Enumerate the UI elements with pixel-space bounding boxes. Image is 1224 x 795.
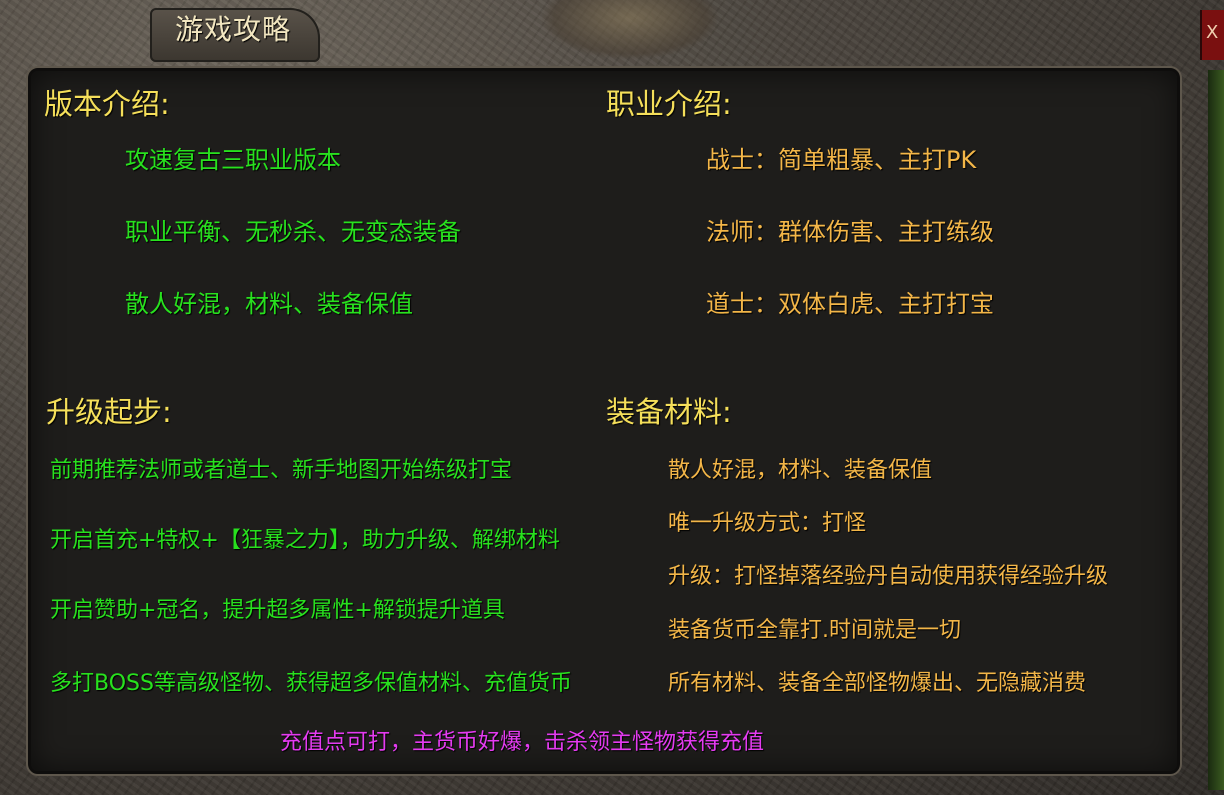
- version-item: 攻速复古三职业版本: [125, 146, 341, 174]
- background-strip: [1208, 70, 1224, 790]
- classes-heading: 职业介绍:: [606, 87, 732, 121]
- class-item: 法师：群体伤害、主打练级: [706, 218, 994, 246]
- version-heading: 版本介绍:: [44, 87, 170, 121]
- leveling-item: 开启首充+特权+【狂暴之力】，助力升级、解绑材料: [50, 528, 560, 553]
- leveling-item: 前期推荐法师或者道士、新手地图开始练级打宝: [50, 458, 513, 483]
- equipment-heading: 装备材料:: [606, 395, 732, 429]
- equipment-item: 所有材料、装备全部怪物爆出、无隐藏消费: [668, 671, 1087, 696]
- equipment-item: 装备货币全靠打.时间就是一切: [668, 618, 961, 643]
- class-item: 道士：双体白虎、主打打宝: [706, 290, 994, 318]
- equipment-item: 唯一升级方式：打怪: [668, 511, 867, 536]
- version-item: 散人好混，材料、装备保值: [125, 290, 413, 318]
- dragon-ornament: [540, 0, 720, 60]
- close-button[interactable]: X: [1200, 10, 1224, 60]
- equipment-item: 升级：打怪掉落经验丹自动使用获得经验升级: [668, 564, 1109, 589]
- class-item: 战士：简单粗暴、主打PK: [706, 146, 977, 174]
- version-item: 职业平衡、无秒杀、无变态装备: [125, 218, 461, 246]
- leveling-item: 多打BOSS等高级怪物、获得超多保值材料、充值货币: [50, 671, 572, 696]
- recharge-note: 充值点可打，主货币好爆，击杀领主怪物获得充值: [280, 730, 765, 755]
- close-icon: X: [1206, 22, 1219, 43]
- window-title: 游戏攻略: [175, 13, 292, 46]
- equipment-item: 散人好混，材料、装备保值: [668, 458, 933, 483]
- leveling-item: 开启赞助+冠名，提升超多属性+解锁提升道具: [50, 598, 505, 623]
- leveling-heading: 升级起步:: [46, 395, 172, 429]
